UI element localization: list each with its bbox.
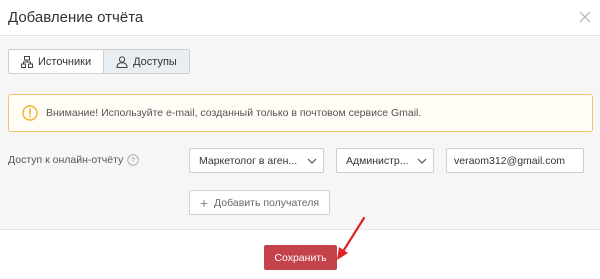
exclamation-circle-icon: [22, 105, 38, 121]
dialog-footer: Сохранить: [0, 229, 600, 279]
svg-text:?: ?: [131, 156, 135, 165]
question-circle-icon[interactable]: ?: [127, 154, 140, 166]
permission-select[interactable]: Администр...: [336, 148, 434, 173]
close-icon[interactable]: [578, 10, 592, 24]
email-field[interactable]: [446, 148, 584, 173]
warning-banner: Внимание! Используйте e-mail, созданный …: [8, 94, 593, 132]
plus-icon: +: [199, 194, 209, 211]
network-icon: [21, 55, 33, 68]
tab-access-label: Доступы: [133, 55, 177, 68]
dialog-title: Добавление отчёта: [8, 9, 144, 26]
warning-text: Внимание! Используйте e-mail, созданный …: [46, 107, 422, 119]
dialog-header: Добавление отчёта: [0, 0, 600, 36]
add-recipient-button[interactable]: + Добавить получателя: [189, 190, 330, 215]
add-recipient-label: Добавить получателя: [214, 196, 320, 209]
annotation-arrow-icon: [337, 216, 366, 260]
access-label-text: Доступ к онлайн-отчёту: [8, 154, 124, 166]
permission-select-value: Администр...: [346, 154, 409, 167]
user-icon: [116, 55, 128, 68]
tab-sources[interactable]: Источники: [9, 50, 103, 73]
chevron-down-icon: [301, 158, 323, 164]
role-select-value: Маркетолог в аген...: [199, 154, 298, 167]
tab-sources-label: Источники: [38, 55, 92, 68]
role-select[interactable]: Маркетолог в аген...: [189, 148, 324, 173]
tab-access[interactable]: Доступы: [103, 50, 189, 73]
save-button-label: Сохранить: [274, 251, 327, 264]
dialog-body: Внимание! Используйте e-mail, созданный …: [0, 84, 600, 229]
save-button[interactable]: Сохранить: [264, 245, 337, 270]
tab-group: Источники Доступы: [8, 49, 190, 74]
tabs-bar: Источники Доступы: [0, 37, 600, 84]
chevron-down-icon: [411, 158, 433, 164]
access-label: Доступ к онлайн-отчёту ?: [8, 154, 140, 166]
